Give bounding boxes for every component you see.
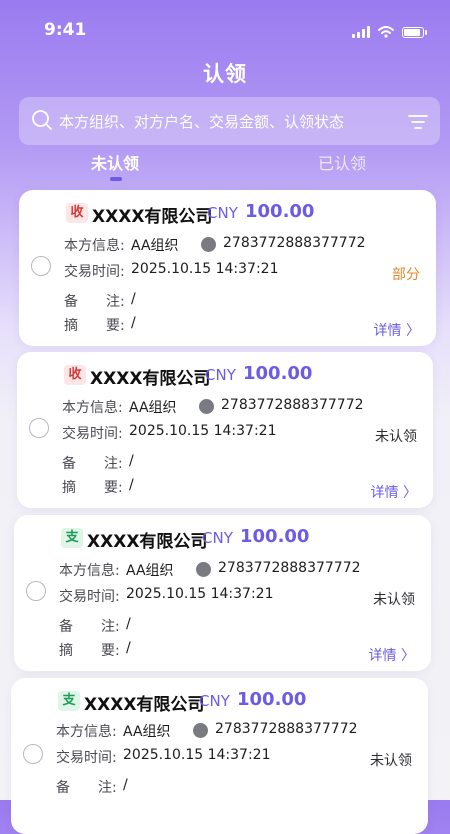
own-org: AA组织 (129, 400, 177, 416)
currency: CNY (202, 529, 233, 547)
own-org: AA组织 (123, 724, 171, 740)
own-org: AA组织 (126, 563, 174, 579)
select-checkbox[interactable] (29, 418, 49, 438)
remark-value: / (123, 777, 128, 793)
transaction-card[interactable]: 收 XXXX有限公司 CNY 100.00 本方信息: AA组织 2783772… (17, 352, 433, 508)
company-name: XXXX有限公司 (90, 369, 211, 389)
trade-time-label: 交易时间: (62, 426, 123, 442)
remark-label: 备 注: (56, 780, 117, 796)
amount: 100.00 (245, 201, 315, 222)
own-info-label: 本方信息: (64, 238, 125, 254)
account-icon (196, 562, 211, 577)
summary-label: 摘 要: (59, 643, 120, 659)
claim-status: 未认领 (373, 592, 415, 608)
trade-time-label: 交易时间: (64, 264, 125, 280)
income-badge: 收 (64, 365, 86, 385)
company-name: XXXX有限公司 (84, 695, 205, 715)
page-title: 认领 (203, 62, 247, 86)
trade-time-label: 交易时间: (56, 750, 117, 766)
own-org: AA组织 (131, 238, 179, 254)
search-input[interactable]: 本方组织、对方户名、交易金额、认领状态 (59, 111, 344, 132)
remark-value: / (126, 616, 131, 632)
account-icon (193, 723, 208, 738)
tab-active-indicator (110, 177, 122, 181)
amount: 100.00 (240, 526, 310, 547)
wifi-icon (378, 26, 394, 38)
own-info-label: 本方信息: (59, 563, 120, 579)
amount: 100.00 (237, 689, 307, 710)
own-info-label: 本方信息: (56, 724, 117, 740)
claim-status: 未认领 (375, 429, 417, 445)
transaction-card[interactable]: 支 XXXX有限公司 CNY 100.00 本方信息: AA组织 2783772… (11, 678, 428, 834)
select-checkbox[interactable] (26, 581, 46, 601)
company-name: XXXX有限公司 (87, 532, 208, 552)
summary-value: / (129, 477, 134, 493)
own-info-label: 本方信息: (62, 400, 123, 416)
amount: 100.00 (243, 363, 313, 384)
income-badge: 收 (66, 203, 88, 223)
account-number: 2783772888377772 (223, 235, 366, 251)
detail-link[interactable]: 详情 〉 (374, 320, 420, 340)
transaction-card[interactable]: 支 XXXX有限公司 CNY 100.00 本方信息: AA组织 2783772… (14, 515, 431, 671)
trade-time: 2025.10.15 14:37:21 (129, 423, 277, 439)
status-bar: 9:41 (0, 0, 450, 56)
filter-icon[interactable] (408, 114, 428, 130)
account-number: 2783772888377772 (221, 397, 364, 413)
select-checkbox[interactable] (31, 256, 51, 276)
trade-time-label: 交易时间: (59, 589, 120, 605)
battery-icon (402, 26, 427, 38)
status-time: 9:41 (44, 20, 87, 40)
remark-label: 备 注: (59, 619, 120, 635)
signal-icon (352, 26, 370, 38)
account-number: 2783772888377772 (218, 560, 361, 576)
company-name: XXXX有限公司 (92, 207, 213, 227)
detail-link[interactable]: 详情 〉 (369, 645, 415, 665)
currency: CNY (207, 204, 238, 222)
summary-label: 摘 要: (64, 318, 125, 334)
trade-time: 2025.10.15 14:37:21 (126, 586, 274, 602)
detail-link[interactable]: 详情 〉 (371, 482, 417, 502)
remark-value: / (129, 453, 134, 469)
claim-status: 部分 (392, 267, 420, 283)
summary-value: / (126, 640, 131, 656)
trade-time: 2025.10.15 14:37:21 (123, 747, 271, 763)
currency: CNY (199, 692, 230, 710)
account-number: 2783772888377772 (215, 721, 358, 737)
remark-value: / (131, 291, 136, 307)
summary-value: / (131, 315, 136, 331)
search-bar[interactable]: 本方组织、对方户名、交易金额、认领状态 (19, 97, 440, 145)
tab-claimed[interactable]: 已认领 (318, 150, 366, 174)
tab-bar: 未认领 已认领 (0, 150, 450, 184)
status-icons (352, 26, 427, 38)
trade-time: 2025.10.15 14:37:21 (131, 261, 279, 277)
summary-label: 摘 要: (62, 480, 123, 496)
expense-badge: 支 (58, 691, 80, 711)
remark-label: 备 注: (64, 294, 125, 310)
search-icon (32, 110, 52, 130)
select-checkbox[interactable] (23, 744, 43, 764)
transaction-card[interactable]: 收 XXXX有限公司 CNY 100.00 本方信息: AA组织 2783772… (19, 190, 436, 346)
tab-unclaimed[interactable]: 未认领 (91, 150, 139, 174)
account-icon (199, 399, 214, 414)
currency: CNY (205, 366, 236, 384)
expense-badge: 支 (61, 528, 83, 548)
account-icon (201, 237, 216, 252)
remark-label: 备 注: (62, 456, 123, 472)
claim-status: 未认领 (370, 753, 412, 769)
